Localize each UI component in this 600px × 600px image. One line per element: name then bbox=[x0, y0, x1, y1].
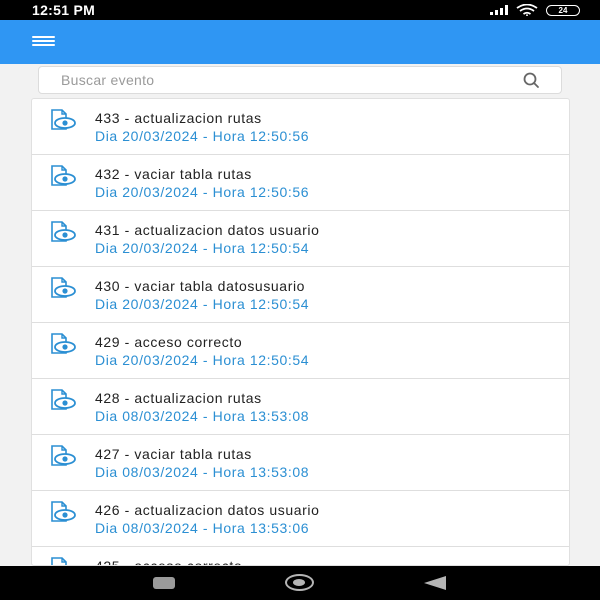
list-item[interactable]: 428 - actualizacion rutas Dia 08/03/2024… bbox=[32, 379, 569, 435]
hamburger-menu-icon[interactable] bbox=[32, 36, 55, 48]
document-eye-icon bbox=[51, 389, 76, 410]
event-title: 428 - actualizacion rutas bbox=[95, 390, 262, 406]
list-item[interactable]: 432 - vaciar tabla rutas Dia 20/03/2024 … bbox=[32, 155, 569, 211]
list-item[interactable]: 426 - actualizacion datos usuario Dia 08… bbox=[32, 491, 569, 547]
event-date: Dia 08/03/2024 - Hora 13:53:06 bbox=[95, 520, 310, 536]
list-item[interactable]: 425 - acceso correcto bbox=[32, 547, 569, 566]
document-eye-icon bbox=[51, 557, 67, 565]
list-item[interactable]: 431 - actualizacion datos usuario Dia 20… bbox=[32, 211, 569, 267]
event-date: Dia 08/03/2024 - Hora 13:53:08 bbox=[95, 408, 310, 424]
event-title: 425 - acceso correcto bbox=[95, 558, 243, 566]
status-time: 12:51 PM bbox=[32, 2, 96, 18]
event-title: 432 - vaciar tabla rutas bbox=[95, 166, 252, 182]
event-date: Dia 20/03/2024 - Hora 12:50:56 bbox=[95, 184, 310, 200]
event-title: 429 - acceso correcto bbox=[95, 334, 243, 350]
app-bar bbox=[0, 20, 600, 64]
event-date: Dia 20/03/2024 - Hora 12:50:56 bbox=[95, 128, 310, 144]
event-title: 433 - actualizacion rutas bbox=[95, 110, 262, 126]
document-eye-icon bbox=[51, 445, 76, 466]
document-eye-icon bbox=[51, 109, 76, 130]
recent-apps-icon[interactable] bbox=[153, 577, 175, 589]
event-date: Dia 20/03/2024 - Hora 12:50:54 bbox=[95, 240, 310, 256]
search-icon[interactable] bbox=[521, 70, 541, 90]
signal-icon bbox=[490, 5, 508, 15]
document-eye-icon bbox=[51, 165, 76, 186]
document-eye-icon bbox=[51, 501, 76, 522]
list-item[interactable]: 430 - vaciar tabla datosusuario Dia 20/0… bbox=[32, 267, 569, 323]
status-icons: 24 bbox=[490, 4, 580, 16]
event-title: 430 - vaciar tabla datosusuario bbox=[95, 278, 306, 294]
system-nav-bar bbox=[0, 566, 600, 600]
document-eye-icon bbox=[51, 221, 76, 242]
event-title: 426 - actualizacion datos usuario bbox=[95, 502, 320, 518]
event-title: 427 - vaciar tabla rutas bbox=[95, 446, 252, 462]
list-item[interactable]: 427 - vaciar tabla rutas Dia 08/03/2024 … bbox=[32, 435, 569, 491]
event-date: Dia 08/03/2024 - Hora 13:53:08 bbox=[95, 464, 310, 480]
event-title: 431 - actualizacion datos usuario bbox=[95, 222, 320, 238]
search-input[interactable] bbox=[39, 67, 521, 93]
battery-level: 24 bbox=[558, 5, 568, 15]
event-date: Dia 20/03/2024 - Hora 12:50:54 bbox=[95, 296, 310, 312]
back-icon[interactable] bbox=[424, 576, 446, 590]
wifi-icon bbox=[516, 4, 538, 16]
list-item[interactable]: 429 - acceso correcto Dia 20/03/2024 - H… bbox=[32, 323, 569, 379]
list-item[interactable]: 433 - actualizacion rutas Dia 20/03/2024… bbox=[32, 99, 569, 155]
document-eye-icon bbox=[51, 333, 76, 354]
home-icon[interactable] bbox=[285, 574, 314, 591]
event-list: 433 - actualizacion rutas Dia 20/03/2024… bbox=[31, 98, 570, 566]
event-date: Dia 20/03/2024 - Hora 12:50:54 bbox=[95, 352, 310, 368]
status-bar: 12:51 PM 24 bbox=[0, 0, 600, 20]
search-box bbox=[38, 66, 562, 94]
battery-icon: 24 bbox=[546, 4, 580, 16]
document-eye-icon bbox=[51, 277, 76, 298]
